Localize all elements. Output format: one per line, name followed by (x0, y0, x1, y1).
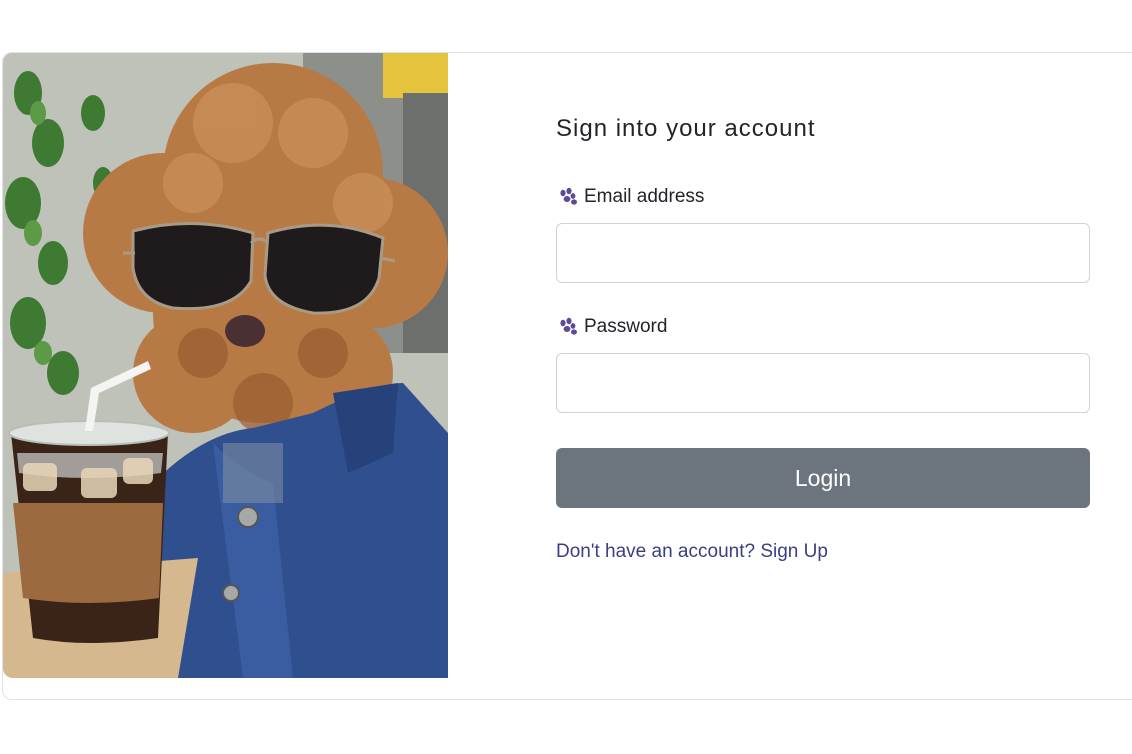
password-label-text: Password (584, 316, 668, 337)
email-label: Email address (558, 186, 704, 208)
email-label-text: Email address (584, 186, 705, 207)
dog-photo (3, 53, 448, 678)
password-label: Password (558, 316, 667, 338)
paw-icon (558, 187, 578, 207)
page-title: Sign into your account (556, 115, 816, 142)
email-field[interactable] (556, 223, 1090, 283)
signup-link[interactable]: Don't have an account? Sign Up (556, 541, 828, 563)
password-field[interactable] (556, 353, 1090, 413)
login-button[interactable]: Login (556, 448, 1090, 508)
paw-icon (558, 317, 578, 337)
login-card: Sign into your account Email address Pas… (2, 52, 1132, 700)
